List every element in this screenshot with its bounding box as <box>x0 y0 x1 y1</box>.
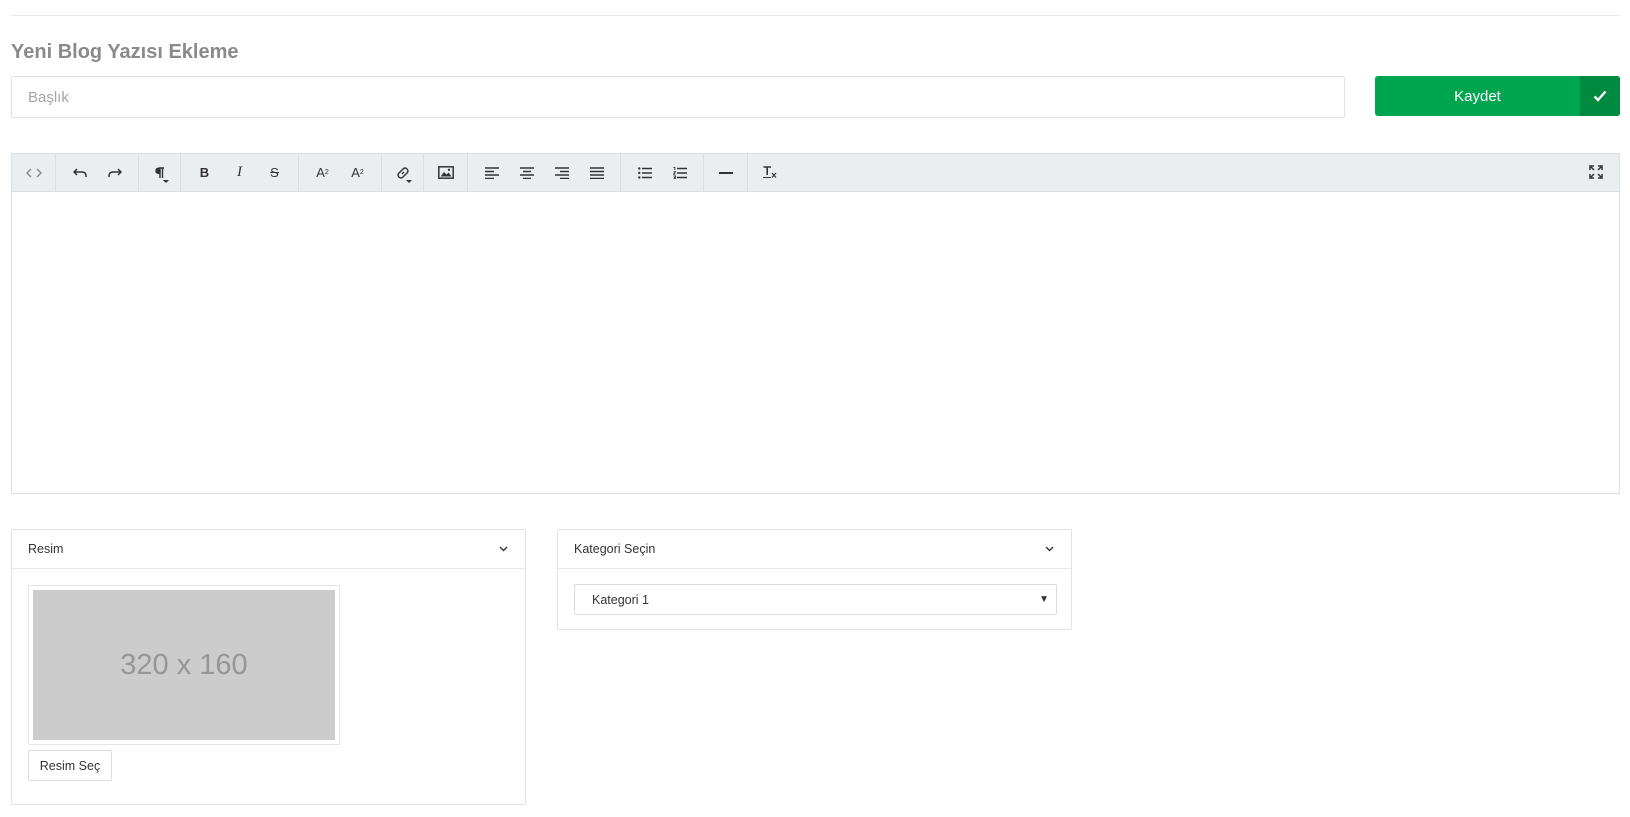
image-panel-title: Resim <box>28 542 64 556</box>
top-divider <box>11 15 1620 16</box>
paragraph-format-icon[interactable] <box>142 155 177 191</box>
strikethrough-icon[interactable]: S <box>257 155 292 191</box>
align-left-icon[interactable] <box>474 155 509 191</box>
dropdown-arrow-icon: ▼ <box>1039 594 1049 605</box>
category-select[interactable]: Kategori 1 ▼ <box>574 584 1057 615</box>
fullscreen-icon[interactable] <box>1578 154 1613 190</box>
image-panel-header[interactable]: Resim <box>12 530 525 569</box>
editor-toolbar: B I S A2 A2 <box>12 154 1619 192</box>
code-view-icon[interactable] <box>16 155 51 191</box>
title-input[interactable] <box>11 76 1345 118</box>
check-icon <box>1580 76 1620 116</box>
align-right-icon[interactable] <box>544 155 579 191</box>
insert-link-icon[interactable] <box>385 155 420 191</box>
rich-text-editor: B I S A2 A2 <box>11 153 1620 494</box>
redo-icon[interactable] <box>97 155 132 191</box>
editor-content-area[interactable] <box>12 192 1619 493</box>
category-selected-value: Kategori 1 <box>592 592 649 607</box>
horizontal-rule-icon[interactable] <box>708 155 743 191</box>
align-center-icon[interactable] <box>509 155 544 191</box>
superscript-icon[interactable]: A2 <box>305 155 340 191</box>
chevron-down-icon[interactable] <box>497 543 509 555</box>
ordered-list-icon[interactable] <box>662 155 697 191</box>
image-preview-frame: 320 x 160 <box>28 585 340 745</box>
unordered-list-icon[interactable] <box>627 155 662 191</box>
subscript-icon[interactable]: A2 <box>340 155 375 191</box>
select-image-button[interactable]: Resim Seç <box>28 750 112 781</box>
image-placeholder: 320 x 160 <box>33 590 335 740</box>
category-panel-header[interactable]: Kategori Seçin <box>558 530 1071 569</box>
save-button-label: Kaydet <box>1454 87 1501 105</box>
clear-formatting-icon[interactable] <box>752 155 787 191</box>
bold-icon[interactable]: B <box>187 155 222 191</box>
chevron-down-icon[interactable] <box>1043 543 1055 555</box>
image-panel: Resim 320 x 160 Resim Seç <box>11 529 526 805</box>
page-title: Yeni Blog Yazısı Ekleme <box>11 41 239 63</box>
insert-image-icon[interactable] <box>428 155 463 191</box>
italic-icon[interactable]: I <box>222 155 257 191</box>
undo-icon[interactable] <box>62 155 97 191</box>
save-button[interactable]: Kaydet <box>1375 76 1620 116</box>
category-panel: Kategori Seçin Kategori 1 ▼ <box>557 529 1072 630</box>
category-panel-title: Kategori Seçin <box>574 542 656 556</box>
align-justify-icon[interactable] <box>579 155 614 191</box>
